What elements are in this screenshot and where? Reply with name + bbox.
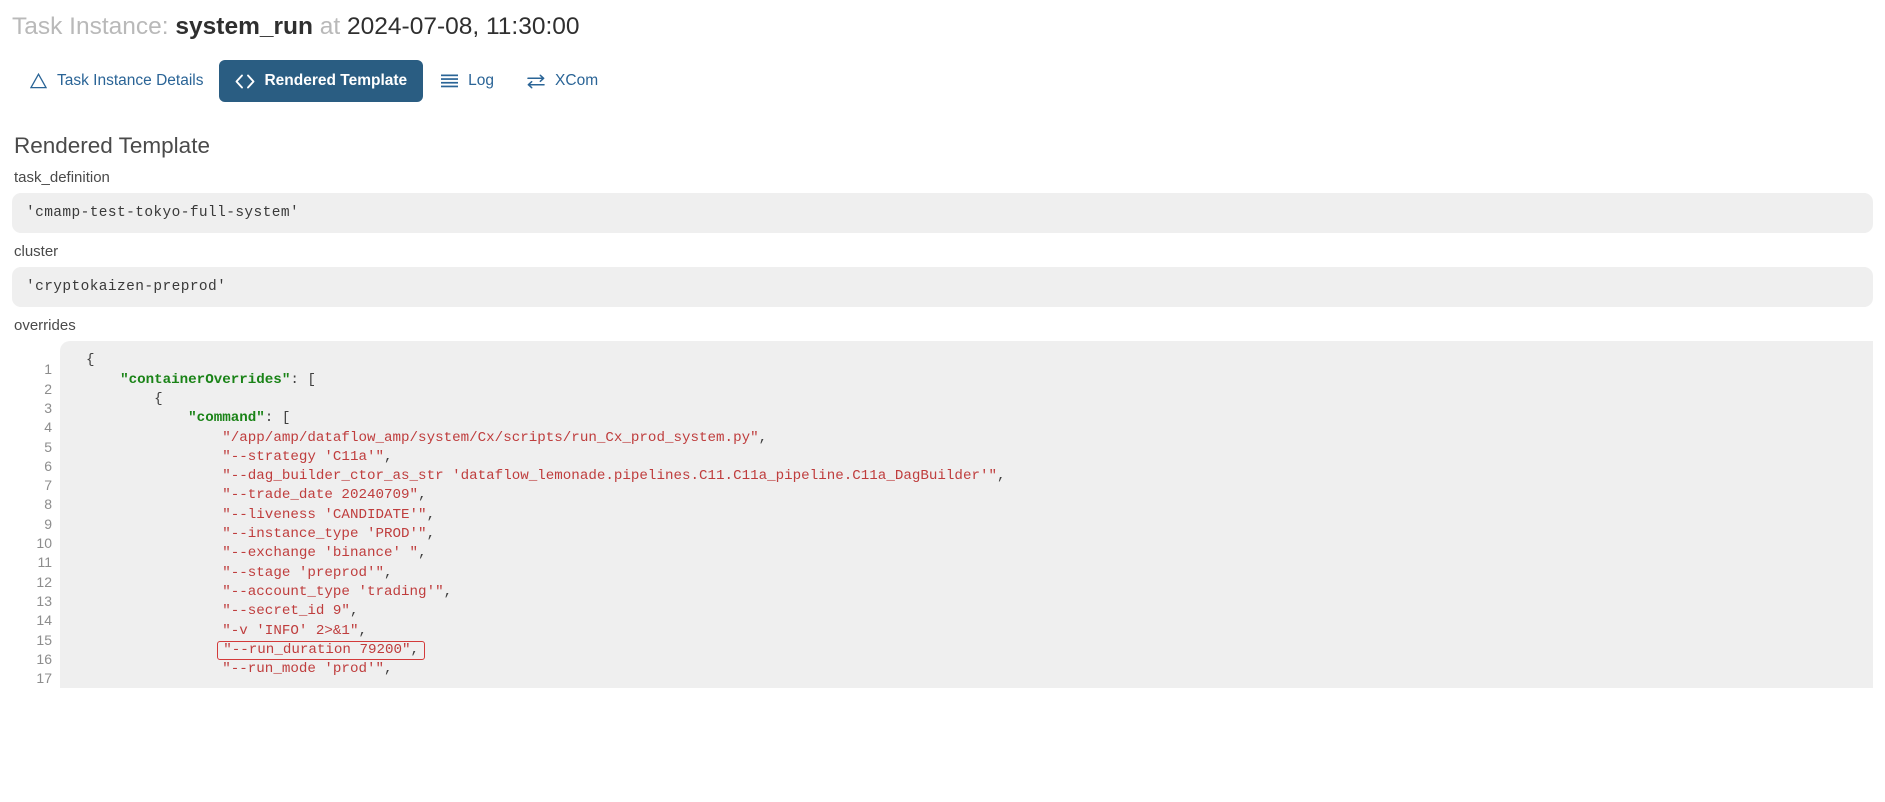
token-str: "--trade_date 20240709" [222,487,419,504]
line-number: 8 [44,496,52,513]
token-punct: , [418,545,427,562]
code-line: "--strategy 'C11a'", [60,448,1873,467]
token-punct: , [997,468,1006,485]
token-str: "--dag_builder_ctor_as_str 'dataflow_lem… [222,468,997,485]
line-number: 2 [44,380,52,397]
token-str: "--liveness 'CANDIDATE'" [222,506,427,523]
code-line-highlighted: "--run_duration 79200", [60,640,1873,660]
code-line: "--account_type 'trading'", [60,583,1873,602]
token-punct: , [418,487,427,504]
tab-task-instance-details[interactable]: Task Instance Details [12,60,219,102]
tab-label: Rendered Template [264,72,408,90]
token-key: "command" [188,410,265,427]
line-number: 3 [44,399,52,416]
line-number: 7 [44,477,52,494]
execution-timestamp: 2024-07-08, 11:30:00 [347,13,580,40]
token-punct: : [ [290,371,316,388]
token-str: "-v 'INFO' 2>&1" [222,622,359,639]
line-number: 9 [44,515,52,532]
line-number: 17 [36,670,52,687]
code-line: "--run_mode 'prod'", [60,660,1873,679]
token-str: "--exchange 'binance' " [222,545,419,562]
token-punct: , [384,661,393,678]
code-line: "command": [ [60,409,1873,428]
token-str: "--run_mode 'prod'" [222,661,384,678]
token-punct: , [426,506,436,523]
line-number: 5 [44,438,52,455]
code-line: { [60,351,1873,370]
line-number: 10 [36,535,52,552]
line-number: 12 [36,573,52,590]
code-line: "--secret_id 9", [60,602,1873,621]
field-label-task-definition: task_definition [14,169,110,187]
code-line: 'cmamp-test-tokyo-full-system' [26,205,300,222]
token-punct: , [443,583,453,600]
code-line: "--dag_builder_ctor_as_str 'dataflow_lem… [60,467,1873,486]
token-str: "--strategy 'C11a'" [222,448,384,465]
token-key: "containerOverrides" [120,371,291,388]
line-number: 1 [44,361,52,378]
at-word: at [319,13,341,40]
code-line: 'cryptokaizen-preprod' [26,279,227,296]
list-lines-icon [439,72,459,90]
line-number: 4 [44,419,52,436]
tab-rendered-template[interactable]: Rendered Template [219,60,424,103]
token-punct: , [358,622,367,639]
token-str: "--instance_type 'PROD'" [222,526,427,543]
code-line: "/app/amp/dataflow_amp/system/Cx/scripts… [60,429,1873,448]
token-punct: , [410,641,420,658]
token-str: "--secret_id 9" [222,603,350,620]
tab-bar: Task Instance Details Rendered Template [12,57,1873,105]
token-str: "/app/amp/dataflow_amp/system/Cx/scripts… [222,429,759,446]
token-punct: , [384,564,393,581]
code-line: "--liveness 'CANDIDATE'", [60,506,1873,525]
warning-triangle-icon [28,72,48,90]
line-number: 15 [36,631,52,648]
line-number: 13 [36,592,52,609]
code-brackets-icon [235,72,255,90]
section-title: Rendered Template [14,133,210,159]
task-instance-prefix: Task Instance: [12,13,169,40]
line-number: 6 [44,457,52,474]
token-str: "--stage 'preprod'" [222,564,384,581]
task-id: system_run [175,13,313,40]
line-number: 11 [37,554,52,571]
overrides-json-viewer: 1 2 3 4 5 6 7 8 9 10 11 12 13 14 15 16 17 { "containerOv… [12,341,1873,689]
code-line: "--instance_type 'PROD'", [60,525,1873,544]
token-punct: , [758,429,768,446]
page-title: Task Instance: system_run at 2024-07-08,… [12,0,1873,51]
field-value-task-definition: 'cmamp-test-tokyo-full-system' [12,193,1873,234]
token-str: "--account_type 'trading'" [222,583,444,600]
token-punct: , [426,526,436,543]
code-line: "--trade_date 20240709", [60,486,1873,505]
code-line: { [60,390,1873,409]
token-punct: { [86,352,95,369]
token-punct: { [154,390,163,407]
token-punct: , [384,448,393,465]
token-str: "--run_duration 79200" [223,641,411,658]
code-line: "-v 'INFO' 2>&1", [60,622,1873,641]
tab-xcom[interactable]: XCom [510,60,614,102]
rendered-template-page: Task Instance: system_run at 2024-07-08,… [0,0,1885,802]
tab-label: Task Instance Details [57,72,204,90]
exchange-arrows-icon [526,72,546,90]
tab-label: Log [468,72,495,90]
field-label-cluster: cluster [14,243,59,261]
token-punct: , [349,603,359,620]
token-punct: : [ [264,410,291,427]
code-line: "--exchange 'binance' ", [60,544,1873,563]
code-line: "--stage 'preprod'", [60,564,1873,583]
highlight-box: "--run_duration 79200", [217,640,426,660]
field-value-overrides: { "containerOverrides": [ { "command": [… [60,341,1873,689]
tab-label: XCom [555,72,599,90]
tab-log[interactable]: Log [423,60,510,102]
field-label-overrides: overrides [14,317,76,335]
code-line: "containerOverrides": [ [60,371,1873,390]
line-number-gutter: 1 2 3 4 5 6 7 8 9 10 11 12 13 14 15 16 17 [12,341,60,689]
line-number: 14 [36,612,52,629]
line-number: 16 [36,650,52,667]
field-value-cluster: 'cryptokaizen-preprod' [12,267,1873,308]
